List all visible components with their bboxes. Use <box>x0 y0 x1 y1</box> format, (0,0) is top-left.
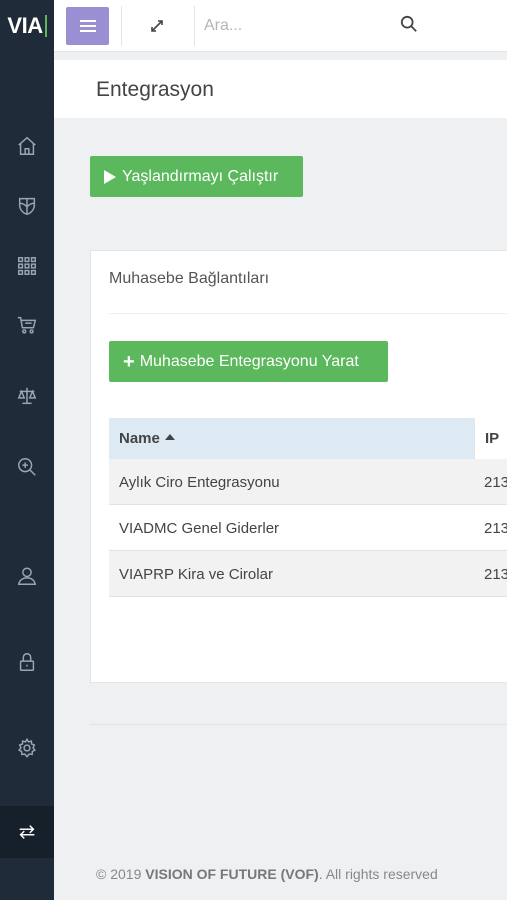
sidebar-item-settings[interactable] <box>0 728 54 768</box>
home-icon <box>18 136 36 155</box>
sidebar-item-user[interactable] <box>0 556 54 596</box>
cell-name: VIAPRP Kira ve Cirolar <box>119 566 273 583</box>
sidebar-item-integration[interactable] <box>0 806 54 858</box>
topbar <box>54 0 507 52</box>
logo-text: VIA <box>7 13 43 38</box>
sidebar-item-search[interactable] <box>0 447 54 487</box>
sidebar-item-balance[interactable] <box>0 376 54 416</box>
sidebar-item-grid[interactable] <box>0 246 54 286</box>
run-aging-label: Yaşlandırmayı Çalıştır <box>122 167 279 185</box>
footer-prefix: © 2019 <box>96 866 142 882</box>
footer-copyright: © 2019 VISION OF FUTURE (VOF). All right… <box>96 866 438 882</box>
panel-title: Muhasebe Bağlantıları <box>109 270 270 287</box>
fullscreen-button[interactable] <box>140 10 174 42</box>
plus-icon: + <box>123 350 135 373</box>
page-title: Entegrasyon <box>96 78 214 101</box>
integrations-table: Name IP Aylık Ciro Entegrasyonu 213 VIAD… <box>109 418 507 597</box>
sidebar-item-lock[interactable] <box>0 642 54 682</box>
search-button[interactable] <box>400 15 420 35</box>
topbar-divider <box>194 6 195 46</box>
table-row[interactable]: VIADMC Genel Giderler 213 <box>109 505 507 551</box>
create-integration-button[interactable]: + Muhasebe Entegrasyonu Yarat <box>109 341 388 382</box>
table-row[interactable]: VIAPRP Kira ve Cirolar 213 <box>109 551 507 597</box>
logo[interactable]: VIA <box>0 0 54 52</box>
gear-icon <box>18 737 36 758</box>
search-input[interactable] <box>204 10 404 42</box>
cart-icon <box>17 316 37 334</box>
balance-scale-icon <box>17 387 37 405</box>
topbar-divider <box>121 6 122 46</box>
exchange-icon <box>19 825 35 839</box>
create-integration-label: Muhasebe Entegrasyonu Yarat <box>139 352 359 370</box>
expand-icon <box>151 20 163 32</box>
cell-ip: 213 <box>484 474 507 491</box>
search-icon <box>400 15 417 32</box>
play-icon <box>104 169 116 184</box>
shield-icon <box>18 197 36 216</box>
sidebar-item-home[interactable] <box>0 126 54 166</box>
logo-accent-bar <box>44 15 47 37</box>
table-row[interactable]: Aylık Ciro Entegrasyonu 213 <box>109 459 507 505</box>
cell-name: VIADMC Genel Giderler <box>119 520 280 537</box>
column-header-name[interactable]: Name <box>119 430 175 447</box>
table-header: Name IP <box>109 418 507 459</box>
sort-ascending-icon <box>164 434 175 441</box>
footer-divider <box>90 724 507 725</box>
sidebar-item-cart[interactable] <box>0 305 54 345</box>
menu-toggle-button[interactable] <box>66 7 109 45</box>
sidebar: VIA <box>0 0 54 900</box>
panel-divider <box>109 313 507 314</box>
page-header: Entegrasyon <box>54 60 507 118</box>
hamburger-menu-icon <box>79 20 96 32</box>
cell-name: Aylık Ciro Entegrasyonu <box>119 474 280 491</box>
cell-ip: 213 <box>484 566 507 583</box>
sidebar-item-shield[interactable] <box>0 186 54 226</box>
grid-icon <box>18 257 36 275</box>
column-header-ip[interactable]: IP <box>474 418 507 459</box>
cell-ip: 213 <box>484 520 507 537</box>
zoom-in-icon <box>18 458 36 476</box>
lock-icon <box>19 653 35 671</box>
run-aging-button[interactable]: Yaşlandırmayı Çalıştır <box>90 156 303 197</box>
footer-suffix: . All rights reserved <box>318 866 438 882</box>
user-icon <box>17 567 37 585</box>
footer-company: VISION OF FUTURE (VOF) <box>145 866 319 882</box>
